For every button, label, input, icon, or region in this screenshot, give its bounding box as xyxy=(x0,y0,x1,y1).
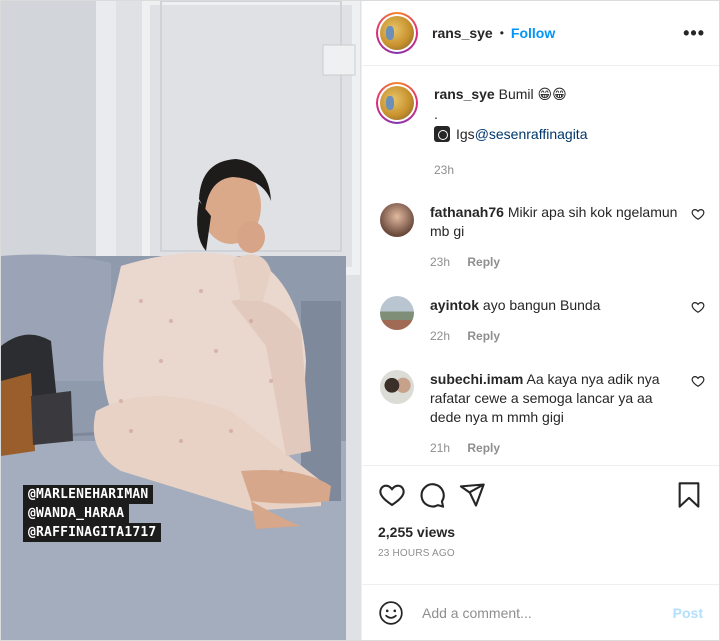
comment-item: fathanah76 Mikir apa sih kok ngelamun mb… xyxy=(376,203,705,272)
comment-username[interactable]: fathanah76 xyxy=(430,204,504,220)
comment-bubble-icon[interactable] xyxy=(418,481,446,509)
post-actions: 2,255 views 23 HOURS AGO xyxy=(362,465,719,584)
comment-item: ayintok ayo bangun Bunda 22h Reply xyxy=(376,296,705,346)
comment-time: 23h xyxy=(430,255,451,269)
comment-avatar[interactable] xyxy=(380,296,414,330)
comment-avatar[interactable] xyxy=(380,370,414,404)
comment-time: 21h xyxy=(430,441,451,455)
comments-list[interactable]: rans_sye Bumil 😁😁 . Igs @sesenraffinagit… xyxy=(362,66,719,465)
camera-icon xyxy=(434,126,450,142)
mention-tag[interactable]: @WANDA_HARAA xyxy=(23,504,130,523)
comment-item: subechi.imam Aa kaya nya adik nya rafata… xyxy=(376,370,705,458)
share-paper-plane-icon[interactable] xyxy=(458,481,486,509)
caption-text: Bumil 😁😁 xyxy=(498,86,567,102)
media-tags: @MARLENEHARIMAN @WANDA_HARAA @RAFFINAGIT… xyxy=(23,485,162,542)
post-header: rans_sye • Follow ••• xyxy=(362,1,719,66)
view-count[interactable]: 2,255 views xyxy=(378,524,703,540)
caption-username[interactable]: rans_sye xyxy=(434,86,495,102)
caption-avatar[interactable] xyxy=(376,82,418,124)
reply-button[interactable]: Reply xyxy=(467,255,500,269)
mention-tag[interactable]: @MARLENEHARIMAN xyxy=(23,485,154,504)
comment-text: ayo bangun Bunda xyxy=(482,297,601,313)
heart-icon[interactable] xyxy=(691,207,705,221)
comment-time: 22h xyxy=(430,329,451,343)
post-photo xyxy=(1,1,361,640)
reply-button[interactable]: Reply xyxy=(467,329,500,343)
caption-mention-link[interactable]: @sesenraffinagita xyxy=(475,125,588,143)
caption-line-dot: . xyxy=(434,106,438,122)
more-options-icon[interactable]: ••• xyxy=(683,23,705,44)
post-container: @MARLENEHARIMAN @WANDA_HARAA @RAFFINAGIT… xyxy=(0,0,720,641)
heart-icon[interactable] xyxy=(691,300,705,314)
header-separator: • xyxy=(499,26,504,40)
reply-button[interactable]: Reply xyxy=(467,441,500,455)
mention-tag[interactable]: @RAFFINAGITA1717 xyxy=(23,523,162,542)
avatar[interactable] xyxy=(376,12,418,54)
comment-username[interactable]: ayintok xyxy=(430,297,479,313)
follow-button[interactable]: Follow xyxy=(511,25,555,41)
comment-input[interactable] xyxy=(422,604,673,621)
caption-time: 23h xyxy=(434,163,455,177)
heart-icon[interactable] xyxy=(691,374,705,388)
post-media[interactable]: @MARLENEHARIMAN @WANDA_HARAA @RAFFINAGIT… xyxy=(1,1,361,640)
caption: rans_sye Bumil 😁😁 . Igs @sesenraffinagit… xyxy=(376,82,705,179)
like-heart-icon[interactable] xyxy=(378,481,406,509)
header-username[interactable]: rans_sye xyxy=(432,25,493,41)
emoji-icon[interactable] xyxy=(378,600,404,626)
add-comment-bar: Post xyxy=(362,584,719,640)
post-timestamp: 23 HOURS AGO xyxy=(378,548,455,559)
bookmark-icon[interactable] xyxy=(675,481,703,509)
caption-igs-prefix: Igs xyxy=(456,126,475,142)
post-side-panel: rans_sye • Follow ••• rans_sye Bumil 😁😁 … xyxy=(361,1,719,640)
post-comment-button[interactable]: Post xyxy=(673,605,703,621)
comment-username[interactable]: subechi.imam xyxy=(430,371,523,387)
comment-avatar[interactable] xyxy=(380,203,414,237)
